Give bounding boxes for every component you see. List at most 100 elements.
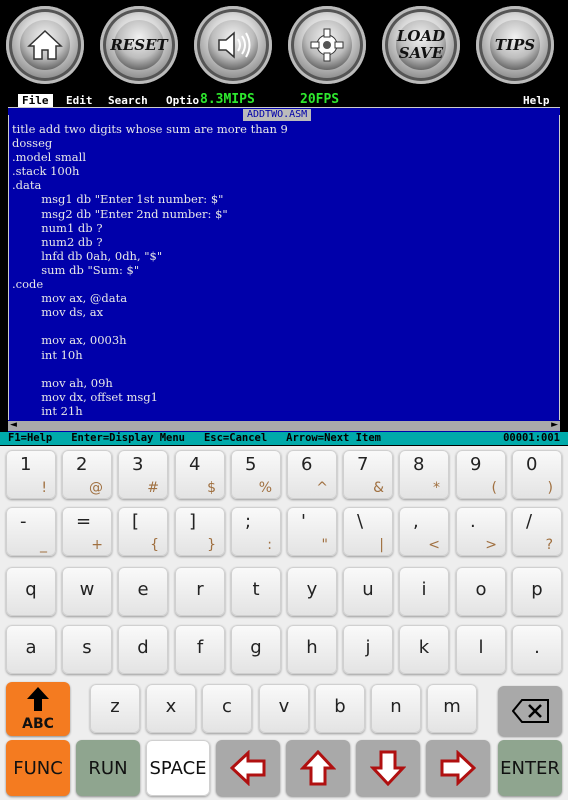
menu-help[interactable]: Help [523, 94, 550, 107]
key-m[interactable]: m [427, 684, 477, 733]
enter-key[interactable]: ENTER [498, 740, 562, 796]
run-key[interactable]: RUN [76, 740, 140, 796]
left-arrow-key[interactable] [216, 740, 280, 796]
key-label: p [531, 579, 543, 600]
key-row1-4[interactable]: 5% [231, 450, 281, 499]
key-row1-5[interactable]: 6 ^ [287, 450, 337, 499]
speaker-icon [208, 20, 258, 70]
settings-button[interactable] [288, 6, 366, 84]
key-label: 5 [245, 454, 257, 475]
menu-file[interactable]: File [18, 94, 53, 107]
enter-label: ENTER [500, 758, 560, 779]
menu-options[interactable]: Optio [166, 94, 199, 107]
key-row2-4[interactable]: ;: [231, 507, 281, 556]
key-row1-7[interactable]: 8 * [399, 450, 449, 499]
right-arrow-icon [440, 750, 476, 786]
load-save-button[interactable]: LOAD SAVE [382, 6, 460, 84]
home-button[interactable] [6, 6, 84, 84]
key-h[interactable]: h [287, 625, 337, 674]
key-row1-1[interactable]: 2 @ [62, 450, 112, 499]
right-arrow-key[interactable] [426, 740, 490, 796]
key-row1-2[interactable]: 3 # [118, 450, 168, 499]
key-j[interactable]: j [343, 625, 393, 674]
key-q[interactable]: q [6, 567, 56, 616]
key-e[interactable]: e [118, 567, 168, 616]
key-row2-2[interactable]: [{ [118, 507, 168, 556]
key-row2-5[interactable]: ' " [287, 507, 337, 556]
key-label: l [478, 637, 484, 658]
key-row2-0[interactable]: - _ [6, 507, 56, 556]
key-a[interactable]: a [6, 625, 56, 674]
key-row1-8[interactable]: 9( [456, 450, 506, 499]
key-b[interactable]: b [315, 684, 365, 733]
key-o[interactable]: o [456, 567, 506, 616]
down-arrow-key[interactable] [356, 740, 420, 796]
key-.[interactable]: . [512, 625, 562, 674]
key-row2-3[interactable]: ]} [175, 507, 225, 556]
key-g[interactable]: g [231, 625, 281, 674]
key-row1-6[interactable]: 7 & [343, 450, 393, 499]
key-u[interactable]: u [343, 567, 393, 616]
key-v[interactable]: v [259, 684, 309, 733]
key-row2-1[interactable]: = + [62, 507, 112, 556]
key-s[interactable]: s [62, 625, 112, 674]
key-label: v [278, 696, 290, 717]
key-y[interactable]: y [287, 567, 337, 616]
reset-button[interactable]: RESET [100, 6, 178, 84]
key-row2-8[interactable]: . > [456, 507, 506, 556]
key-label: i [421, 579, 427, 600]
key-label: - [20, 511, 27, 532]
key-label: 9 [470, 454, 482, 475]
code-editor[interactable]: ADDTWO.ASM title add two digits whose su… [8, 107, 560, 433]
key-label: u [362, 579, 374, 600]
key-n[interactable]: n [371, 684, 421, 733]
menu-search[interactable]: Search [108, 94, 148, 107]
key-row1-0[interactable]: 1! [6, 450, 56, 499]
key-row1-3[interactable]: 4 $ [175, 450, 225, 499]
backspace-key[interactable] [498, 686, 562, 736]
key-label: t [252, 579, 260, 600]
key-row2-6[interactable]: \ | [343, 507, 393, 556]
key-d[interactable]: d [118, 625, 168, 674]
key-row1-9[interactable]: 0) [512, 450, 562, 499]
key-x[interactable]: x [146, 684, 196, 733]
tips-button[interactable]: TIPS [476, 6, 554, 84]
key-label: [ [132, 511, 140, 532]
scroll-left-icon[interactable]: ◄ [10, 420, 17, 430]
key-label: 0 [526, 454, 538, 475]
key-r[interactable]: r [175, 567, 225, 616]
key-k[interactable]: k [399, 625, 449, 674]
mips-readout: 8.3MIPS [200, 92, 255, 107]
code-text[interactable]: title add two digits whose sum are more … [12, 122, 288, 418]
horizontal-scrollbar[interactable]: ◄ ► [8, 420, 560, 431]
up-arrow-icon [27, 687, 49, 711]
key-t[interactable]: t [231, 567, 281, 616]
key-row2-9[interactable]: /? [512, 507, 562, 556]
key-alt-label: & [373, 480, 384, 496]
space-key[interactable]: SPACE [146, 740, 210, 796]
key-alt-label: : [267, 537, 272, 553]
key-w[interactable]: w [62, 567, 112, 616]
key-i[interactable]: i [399, 567, 449, 616]
func-key[interactable]: FUNC [6, 740, 70, 796]
key-f[interactable]: f [175, 625, 225, 674]
key-alt-label: ) [547, 480, 553, 496]
menu-edit[interactable]: Edit [66, 94, 93, 107]
key-label: r [196, 579, 204, 600]
key-alt-label: $ [207, 480, 216, 496]
key-label: f [196, 637, 204, 658]
key-row2-7[interactable]: , < [399, 507, 449, 556]
up-arrow-key[interactable] [286, 740, 350, 796]
scroll-right-icon[interactable]: ► [551, 420, 558, 430]
sound-button[interactable] [194, 6, 272, 84]
key-c[interactable]: c [202, 684, 252, 733]
key-alt-label: % [258, 480, 272, 496]
tips-label: TIPS [494, 35, 536, 54]
key-p[interactable]: p [512, 567, 562, 616]
shift-abc-key[interactable]: ABC [6, 682, 70, 736]
key-l[interactable]: l [456, 625, 506, 674]
left-arrow-icon [230, 750, 266, 786]
key-z[interactable]: z [90, 684, 140, 733]
run-label: RUN [88, 758, 128, 779]
key-label: = [76, 511, 92, 532]
